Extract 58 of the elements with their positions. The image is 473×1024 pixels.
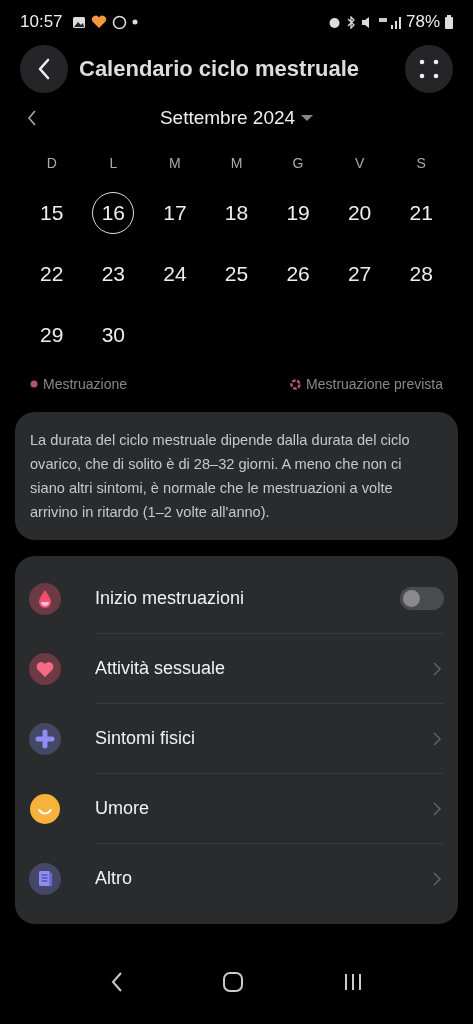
calendar-day[interactable]: 30 — [92, 313, 135, 356]
calendar-day[interactable]: 28 — [400, 252, 443, 295]
calendar-day[interactable]: 22 — [30, 252, 73, 295]
battery-level: 78% — [405, 12, 440, 32]
back-nav-icon[interactable] — [109, 971, 124, 993]
weekday-label: M — [230, 155, 243, 171]
month-selector[interactable]: Settembre 2024 — [155, 105, 318, 131]
document-icon — [29, 862, 61, 895]
chevron-right-icon[interactable] — [433, 801, 441, 816]
weekday-label: M — [169, 155, 181, 171]
gallery-icon — [71, 15, 86, 29]
calendar-day[interactable]: 23 — [92, 252, 135, 295]
calendar-day[interactable]: 15 — [30, 191, 73, 234]
more-button[interactable] — [405, 45, 453, 93]
option-label[interactable]: Sintomi fisici — [95, 728, 414, 749]
calendar-day[interactable]: 27 — [338, 252, 381, 295]
weekday-label: G — [292, 155, 304, 171]
signal-icon — [378, 15, 401, 29]
calendar-day[interactable]: 25 — [215, 252, 258, 295]
chevron-right-icon[interactable] — [433, 661, 441, 676]
heart-icon — [90, 15, 107, 29]
calendar-day[interactable]: 20 — [338, 191, 381, 234]
legend-label: Mestruazione prevista — [306, 376, 443, 392]
chevron-right-icon[interactable] — [433, 871, 441, 886]
bluetooth-icon — [345, 15, 356, 29]
weekday-label: D — [46, 155, 57, 171]
back-icon — [37, 58, 51, 80]
calendar-day[interactable]: 26 — [277, 252, 320, 295]
legend-label: Mestruazione — [43, 376, 128, 392]
home-nav-icon[interactable] — [223, 972, 244, 992]
info-text: La durata del ciclo mestruale dipende dalla durata del ciclo ovarico, che di solito è di 28–32 giorni. A meno che non ci siano altri sintomi, è normale che le mestruazioni a volte arrivino in ritardo (1–2 volte all'anno). — [30, 431, 411, 522]
weekday-label: L — [109, 155, 118, 171]
weekday-label: S — [416, 155, 426, 171]
page-title: Calendario ciclo mestruale — [79, 56, 360, 82]
calendar-day[interactable]: 17 — [153, 191, 196, 234]
smiley-icon — [29, 792, 61, 825]
calendar-day[interactable]: 29 — [30, 313, 73, 356]
option-label[interactable]: Altro — [95, 868, 414, 889]
dot-icon — [131, 19, 138, 25]
option-label[interactable]: Attività sessuale — [95, 658, 414, 679]
calendar-day[interactable]: 21 — [400, 191, 443, 234]
calendar-day[interactable]: 19 — [277, 191, 320, 234]
option-label[interactable]: Inizio mestruazioni — [95, 588, 381, 609]
caret-down-icon — [301, 114, 314, 122]
calendar-day[interactable]: 18 — [215, 191, 258, 234]
weekday-label: V — [354, 155, 365, 171]
previous-month-icon[interactable] — [27, 110, 37, 126]
plus-icon — [29, 722, 61, 755]
toggle-switch[interactable] — [400, 587, 444, 610]
four-dots-icon — [419, 59, 439, 79]
drop-icon — [29, 582, 61, 615]
clock: 10:57 — [20, 12, 63, 32]
calendar-day[interactable]: 24 — [153, 252, 196, 295]
battery-icon — [445, 15, 453, 29]
recents-nav-icon[interactable] — [343, 972, 364, 992]
option-label[interactable]: Umore — [95, 798, 414, 819]
chevron-right-icon[interactable] — [433, 731, 441, 746]
back-button[interactable] — [20, 45, 68, 93]
